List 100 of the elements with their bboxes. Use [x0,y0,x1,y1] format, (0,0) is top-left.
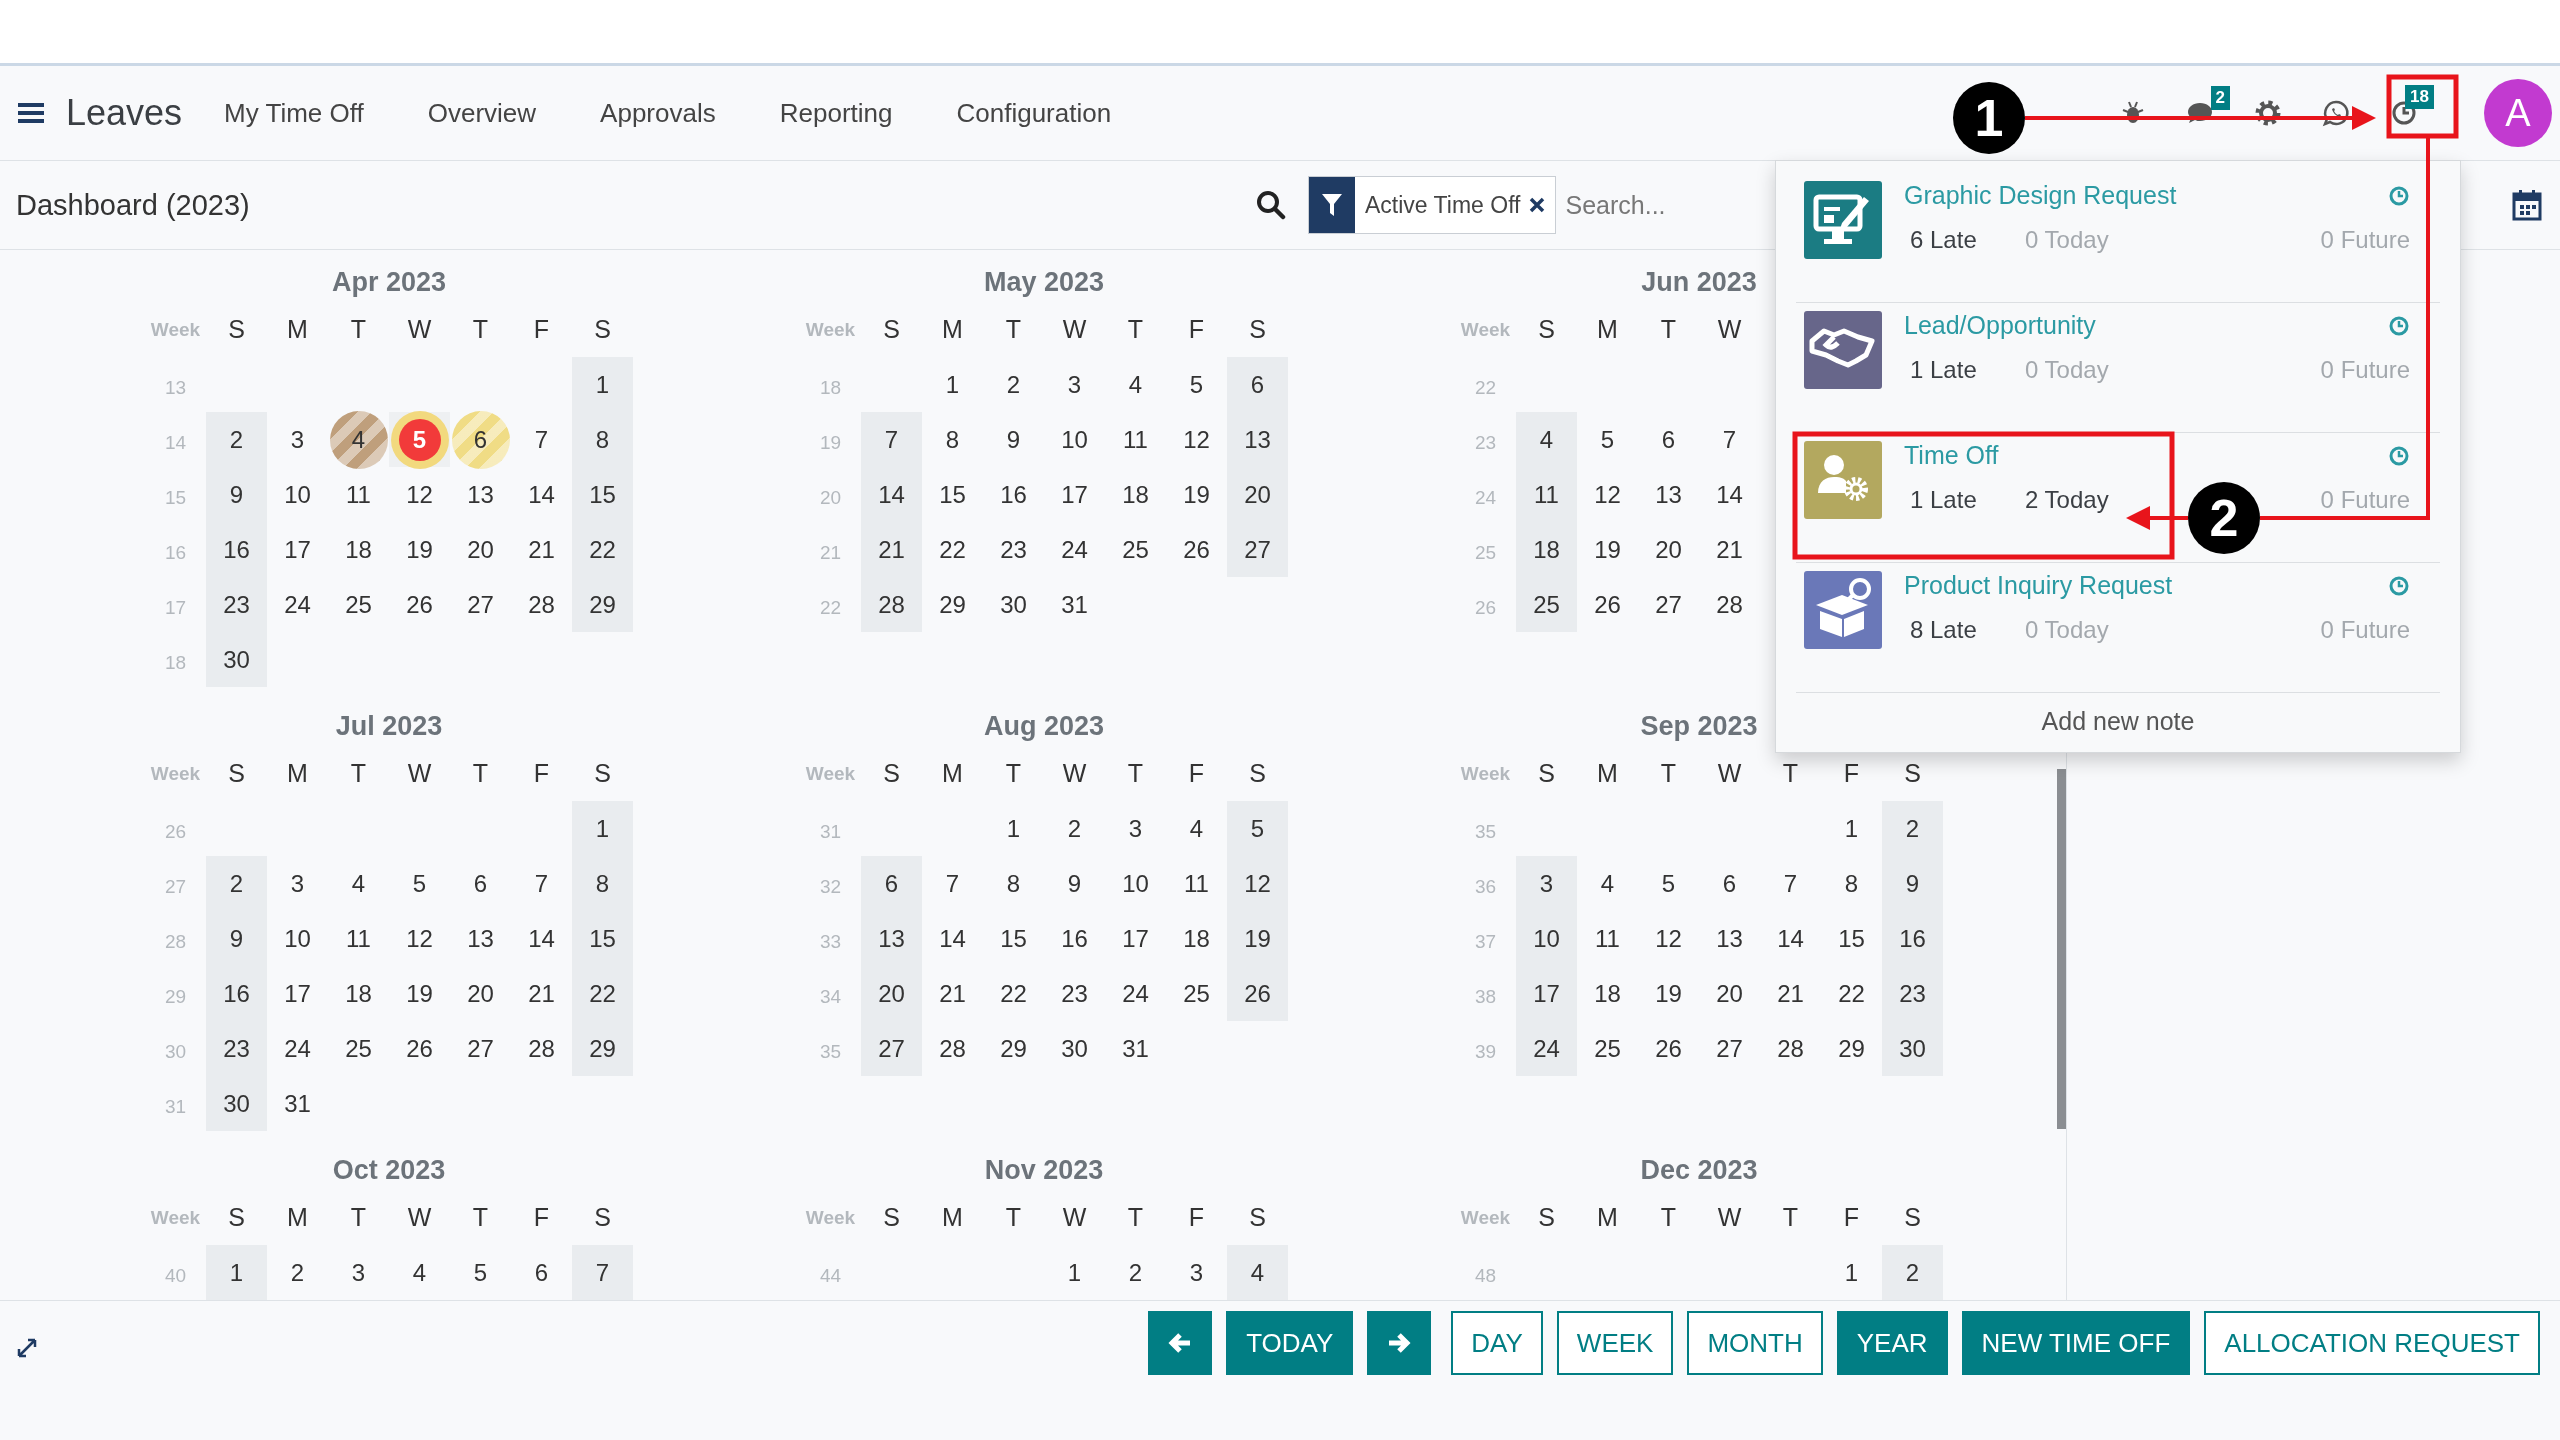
calendar-day[interactable]: 14 [939,924,966,953]
calendar-day[interactable]: 15 [939,480,966,509]
calendar-day[interactable]: 21 [1716,535,1743,564]
calendar-day[interactable]: 14 [528,924,555,953]
calendar-day[interactable]: 7 [945,869,960,898]
user-avatar[interactable]: A [2484,79,2552,147]
calendar-day[interactable]: 18 [1183,924,1210,953]
calendar-day[interactable]: 17 [1061,480,1088,509]
calendar-day[interactable]: 8 [945,425,960,454]
calendar-day[interactable]: 24 [1122,979,1149,1008]
calendar-day[interactable]: 1 [595,814,610,843]
calendar-day[interactable]: 6 [473,869,488,898]
calendar-day[interactable]: 17 [284,979,311,1008]
calendar-day[interactable]: 29 [1838,1034,1865,1063]
clock-icon[interactable] [2388,574,2410,597]
calendar-day[interactable]: 9 [1067,869,1082,898]
clock-icon[interactable] [2388,314,2410,337]
calendar-day[interactable]: 18 [1594,979,1621,1008]
calendar-day[interactable]: 20 [467,535,494,564]
calendar-day[interactable]: 31 [1061,590,1088,619]
calendar-day[interactable]: 3 [290,425,305,454]
calendar-day[interactable]: 7 [595,1258,610,1287]
calendar-day[interactable]: 27 [467,1034,494,1063]
calendar-day[interactable]: 21 [528,535,555,564]
calendar-day[interactable]: 7 [1722,425,1737,454]
calendar-icon[interactable] [2512,189,2542,221]
calendar-day[interactable]: 19 [1183,480,1210,509]
calendar-day[interactable]: 1 [1067,1258,1082,1287]
calendar-day[interactable]: 13 [1655,480,1682,509]
calendar-day[interactable]: 25 [1183,979,1210,1008]
calendar-day[interactable]: 13 [467,480,494,509]
calendar-day[interactable]: 21 [528,979,555,1008]
calendar-day[interactable]: 11 [1184,869,1209,898]
calendar-day[interactable]: 21 [939,979,966,1008]
calendar-day[interactable]: 5 [1189,370,1204,399]
calendar-day[interactable]: 24 [284,590,311,619]
day-marker[interactable]: 6 [451,410,510,469]
calendar-day[interactable]: 12 [1183,425,1210,454]
calendar-day[interactable]: 20 [1655,535,1682,564]
calendar-day[interactable]: 4 [1600,869,1615,898]
activity-count[interactable]: 1 Late [1904,486,2025,514]
previous-button[interactable] [1148,1311,1213,1375]
allocation-request-button[interactable]: ALLOCATION REQUEST [2204,1311,2540,1375]
calendar-day[interactable]: 1 [1006,814,1021,843]
calendar-day[interactable]: 26 [1594,590,1621,619]
calendar-day[interactable]: 2 [1905,1258,1920,1287]
calendar-day[interactable]: 7 [534,869,549,898]
calendar-day[interactable]: 4 [1128,370,1143,399]
calendar-day[interactable]: 28 [528,1034,555,1063]
activity-count[interactable]: 2 Today [2025,486,2109,514]
calendar-day[interactable]: 4 [1250,1258,1265,1287]
day-marker[interactable]: 4 [329,410,388,469]
calendar-day[interactable]: 15 [1838,924,1865,953]
calendar-day[interactable]: 17 [1122,924,1149,953]
calendar-day[interactable]: 14 [528,480,555,509]
calendar-day[interactable]: 3 [1189,1258,1204,1287]
view-button[interactable]: WEEK [1556,1311,1674,1375]
calendar-day[interactable]: 1 [1844,814,1859,843]
calendar-day[interactable]: 14 [1777,924,1804,953]
calendar-day[interactable]: 9 [229,924,244,953]
calendar-day[interactable]: 31 [284,1089,311,1118]
calendar-day[interactable]: 25 [345,590,372,619]
calendar-day[interactable]: 26 [406,590,433,619]
calendar-day[interactable]: 17 [284,535,311,564]
search-icon[interactable] [1256,190,1286,220]
calendar-day[interactable]: 28 [528,590,555,619]
calendar-day[interactable]: 5 [1600,425,1615,454]
calendar-day[interactable]: 28 [1777,1034,1804,1063]
calendar-day[interactable]: 11 [346,480,371,509]
today-button[interactable]: TODAY [1226,1311,1354,1375]
calendar-day[interactable]: 20 [1716,979,1743,1008]
calendar-day[interactable]: 7 [884,425,899,454]
calendar-day[interactable]: 7 [534,425,549,454]
calendar-day[interactable]: 3 [290,869,305,898]
activity-count[interactable]: 1 Late [1904,356,2025,384]
calendar-day[interactable]: 8 [1006,869,1021,898]
calendar-day[interactable]: 24 [284,1034,311,1063]
calendar-day[interactable]: 19 [406,979,433,1008]
calendar-day[interactable]: 25 [1594,1034,1621,1063]
menu-item[interactable]: Approvals [600,97,716,129]
expand-icon[interactable] [16,1337,38,1359]
calendar-day[interactable]: 21 [1777,979,1804,1008]
calendar-day[interactable]: 10 [284,480,311,509]
calendar-day[interactable]: 22 [939,535,966,564]
new-time-off-button[interactable]: NEW TIME OFF [1961,1311,2191,1375]
calendar-day[interactable]: 14 [1716,480,1743,509]
calendar-day[interactable]: 8 [1844,869,1859,898]
calendar-day[interactable]: 22 [1838,979,1865,1008]
calendar-day[interactable]: 28 [939,1034,966,1063]
calendar-day[interactable]: 28 [1716,590,1743,619]
menu-item[interactable]: My Time Off [224,97,364,129]
calendar-day[interactable]: 27 [1655,590,1682,619]
calendar-day[interactable]: 10 [1061,425,1088,454]
calendar-day[interactable]: 4 [1539,425,1554,454]
calendar-day[interactable]: 24 [1061,535,1088,564]
calendar-day[interactable]: 6 [1250,370,1265,399]
calendar-day[interactable]: 13 [1716,924,1743,953]
clock-icon[interactable] [2388,444,2410,467]
calendar-day[interactable]: 26 [406,1034,433,1063]
calendar-day[interactable]: 25 [345,1034,372,1063]
